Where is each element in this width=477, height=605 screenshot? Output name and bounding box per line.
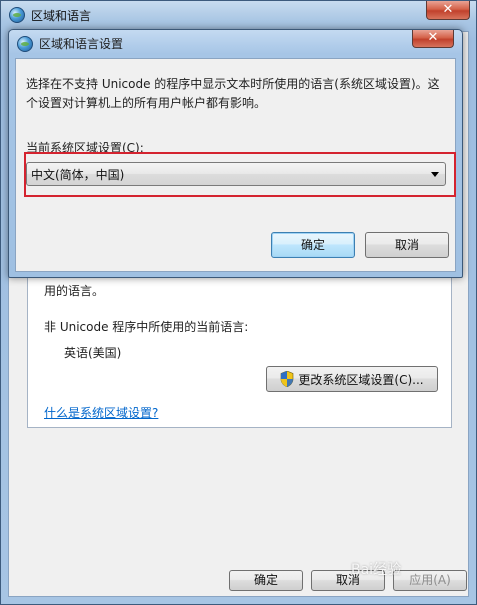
dialog-description: 选择在不支持 Unicode 的程序中显示文本时所使用的语言(系统区域设置)。这… bbox=[26, 77, 440, 110]
globe-icon bbox=[9, 7, 25, 23]
partial-description-text: 用的语言。 bbox=[44, 284, 105, 298]
dialog-title: 区域和语言设置 bbox=[39, 37, 124, 51]
change-system-locale-button[interactable]: 更改系统区域设置(C)... bbox=[266, 366, 438, 392]
current-language-value: 英语(美国) bbox=[64, 346, 122, 360]
uac-shield-icon bbox=[281, 371, 294, 387]
back-ok-button[interactable]: 确定 bbox=[229, 570, 303, 591]
what-is-system-locale-link[interactable]: 什么是系统区域设置? bbox=[44, 404, 158, 421]
dropdown-arrow-icon bbox=[431, 172, 439, 177]
change-system-locale-label: 更改系统区域设置(C)... bbox=[298, 372, 424, 387]
dialog-body: 选择在不支持 Unicode 的程序中显示文本时所使用的语言(系统区域设置)。这… bbox=[15, 58, 456, 272]
globe-icon bbox=[17, 35, 33, 52]
system-locale-selected-value: 中文(简体，中国) bbox=[31, 167, 125, 182]
system-locale-dropdown[interactable]: 中文(简体，中国) bbox=[26, 162, 446, 186]
window-close-button[interactable]: ✕ bbox=[426, 1, 470, 20]
back-apply-button[interactable]: 应用(A) bbox=[393, 570, 467, 591]
dialog-titlebar: 区域和语言设置 bbox=[17, 35, 123, 52]
region-language-settings-dialog: 区域和语言设置 ✕ 选择在不支持 Unicode 的程序中显示文本时所使用的语言… bbox=[8, 29, 463, 278]
dialog-close-button[interactable]: ✕ bbox=[412, 30, 454, 48]
dialog-ok-button[interactable]: 确定 bbox=[271, 232, 355, 258]
window-title: 区域和语言 bbox=[31, 8, 92, 23]
watermark-text: Bai经验 bbox=[351, 562, 402, 578]
window-titlebar: 区域和语言 bbox=[9, 4, 91, 26]
dialog-cancel-button[interactable]: 取消 bbox=[365, 232, 449, 258]
current-language-label: 非 Unicode 程序中所使用的当前语言: bbox=[44, 320, 249, 334]
